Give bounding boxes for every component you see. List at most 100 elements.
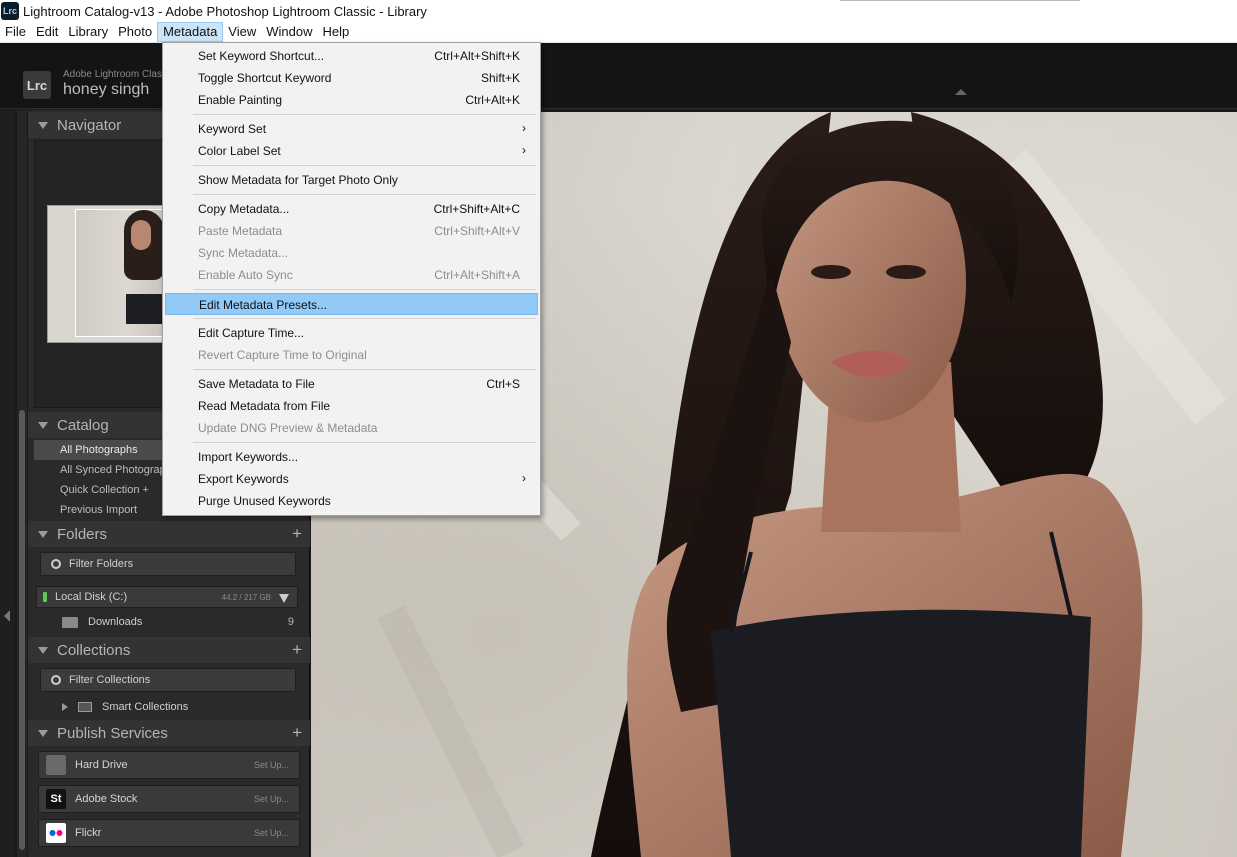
search-icon [51, 675, 61, 685]
menu-item-copy-metadata[interactable]: Copy Metadata... Ctrl+Shift+Alt+C [165, 198, 538, 220]
menu-separator [193, 114, 536, 115]
filter-collections-input[interactable]: Filter Collections [40, 668, 296, 692]
user-name: honey singh [63, 81, 150, 98]
menu-separator [193, 442, 536, 443]
menu-item-label: Toggle Shortcut Keyword [198, 71, 332, 85]
expand-triangle-icon [38, 646, 48, 654]
menu-item-keyword-set[interactable]: Keyword Set › [165, 118, 538, 140]
menu-item-label: Enable Painting [198, 93, 283, 107]
search-icon [51, 559, 61, 569]
add-folder-icon[interactable]: + [292, 524, 302, 544]
publish-services-title: Publish Services [57, 724, 168, 742]
disk-expand-icon[interactable] [279, 594, 289, 603]
menu-item-label: Sync Metadata... [198, 246, 289, 260]
menu-item-label: Show Metadata for Target Photo Only [198, 173, 398, 187]
collapse-top-panel-icon[interactable] [955, 89, 967, 95]
add-publish-service-icon[interactable]: + [292, 723, 302, 743]
menu-item-update-dng-preview: Update DNG Preview & Metadata [165, 417, 538, 439]
add-collection-icon[interactable]: + [292, 640, 302, 660]
menu-item-shortcut: Ctrl+Alt+K [465, 93, 520, 107]
folder-name: Downloads [88, 616, 143, 628]
menu-item-label: Read Metadata from File [198, 399, 331, 413]
menu-item-shortcut: Ctrl+Alt+Shift+A [434, 268, 520, 282]
navigator-thumbnail[interactable] [47, 205, 167, 343]
menu-item-label: Export Keywords [198, 472, 289, 486]
publish-hard-drive[interactable]: Hard Drive Set Up... [38, 751, 300, 779]
menu-item-label: Color Label Set [198, 144, 281, 158]
folder-downloads[interactable]: Downloads 9 [42, 612, 298, 632]
metadata-menu-dropdown: Set Keyword Shortcut... Ctrl+Alt+Shift+K… [162, 42, 541, 516]
menu-item-set-keyword-shortcut[interactable]: Set Keyword Shortcut... Ctrl+Alt+Shift+K [165, 45, 538, 67]
menu-item-enable-auto-sync: Enable Auto Sync Ctrl+Alt+Shift+A [165, 264, 538, 286]
menu-item-edit-capture-time[interactable]: Edit Capture Time... [165, 322, 538, 344]
hard-drive-icon [46, 755, 66, 775]
menu-item-import-keywords[interactable]: Import Keywords... [165, 446, 538, 468]
publish-services-header[interactable]: Publish Services + [28, 720, 310, 746]
menu-item-label: Update DNG Preview & Metadata [198, 421, 378, 435]
expand-triangle-icon[interactable] [62, 703, 68, 711]
menu-file[interactable]: File [0, 22, 31, 42]
menu-metadata[interactable]: Metadata [157, 22, 224, 42]
menu-edit[interactable]: Edit [31, 22, 63, 42]
title-bar: Lrc Lightroom Catalog-v13 - Adobe Photos… [0, 0, 1237, 22]
menu-item-edit-metadata-presets[interactable]: Edit Metadata Presets... [165, 293, 538, 315]
catalog-title: Catalog [57, 416, 109, 434]
navigator-zoom-box[interactable] [75, 209, 163, 337]
menu-item-paste-metadata: Paste Metadata Ctrl+Shift+Alt+V [165, 220, 538, 242]
collection-set-smart[interactable]: Smart Collections [42, 697, 298, 717]
set-up-link[interactable]: Set Up... [254, 760, 289, 770]
menu-bar: File Edit Library Photo Metadata View Wi… [0, 22, 1237, 43]
menu-item-shortcut: Shift+K [480, 71, 520, 85]
menu-help[interactable]: Help [318, 22, 355, 42]
menu-view[interactable]: View [223, 22, 261, 42]
menu-item-label: Import Keywords... [198, 450, 299, 464]
menu-item-export-keywords[interactable]: Export Keywords › [165, 468, 538, 490]
flickr-icon [46, 823, 66, 843]
filter-folders-input[interactable]: Filter Folders [40, 552, 296, 576]
menu-item-label: Paste Metadata [198, 224, 283, 238]
volume-local-disk[interactable]: Local Disk (C:) 44.2 / 217 GB [36, 586, 298, 608]
menu-separator [193, 289, 536, 290]
menu-item-label: Set Keyword Shortcut... [198, 49, 325, 63]
menu-library[interactable]: Library [63, 22, 113, 42]
menu-separator [193, 369, 536, 370]
menu-item-label: Save Metadata to File [198, 377, 315, 391]
menu-item-label: Edit Capture Time... [198, 326, 305, 340]
product-name: Adobe Lightroom Class [63, 69, 167, 80]
scrollbar-thumb[interactable] [19, 410, 25, 850]
folders-header[interactable]: Folders + [28, 521, 310, 547]
menu-item-label: Purge Unused Keywords [198, 494, 331, 508]
menu-separator [193, 165, 536, 166]
menu-item-save-metadata[interactable]: Save Metadata to File Ctrl+S [165, 373, 538, 395]
set-up-link[interactable]: Set Up... [254, 828, 289, 838]
disk-name: Local Disk (C:) [55, 591, 128, 603]
menu-item-color-label-set[interactable]: Color Label Set › [165, 140, 538, 162]
collapse-left-panel-icon[interactable] [4, 610, 10, 622]
expand-triangle-icon [38, 530, 48, 538]
left-edge-strip[interactable] [0, 110, 15, 857]
expand-triangle-icon [38, 121, 48, 129]
expand-triangle-icon [38, 421, 48, 429]
set-up-link[interactable]: Set Up... [254, 794, 289, 804]
menu-item-purge-unused-keywords[interactable]: Purge Unused Keywords [165, 490, 538, 512]
publish-service-name: Adobe Stock [75, 793, 138, 805]
collection-set-name: Smart Collections [102, 701, 189, 713]
menu-window[interactable]: Window [261, 22, 317, 42]
folders-title: Folders [57, 525, 108, 543]
title-divider [840, 0, 1080, 1]
menu-item-toggle-shortcut-keyword[interactable]: Toggle Shortcut Keyword Shift+K [165, 67, 538, 89]
menu-item-enable-painting[interactable]: Enable Painting Ctrl+Alt+K [165, 89, 538, 111]
menu-item-shortcut: Ctrl+Shift+Alt+C [433, 202, 520, 216]
submenu-arrow-icon: › [522, 471, 526, 485]
menu-item-read-metadata[interactable]: Read Metadata from File [165, 395, 538, 417]
menu-item-show-metadata-target[interactable]: Show Metadata for Target Photo Only [165, 169, 538, 191]
publish-adobe-stock[interactable]: St Adobe Stock Set Up... [38, 785, 300, 813]
publish-flickr[interactable]: Flickr Set Up... [38, 819, 300, 847]
lrc-logo: Lrc [23, 71, 51, 99]
window-title: Lightroom Catalog-v13 - Adobe Photoshop … [23, 3, 427, 19]
thumb-top [126, 294, 162, 324]
navigator-title: Navigator [57, 116, 122, 134]
menu-photo[interactable]: Photo [113, 22, 157, 42]
collections-header[interactable]: Collections + [28, 637, 310, 663]
menu-item-sync-metadata: Sync Metadata... [165, 242, 538, 264]
